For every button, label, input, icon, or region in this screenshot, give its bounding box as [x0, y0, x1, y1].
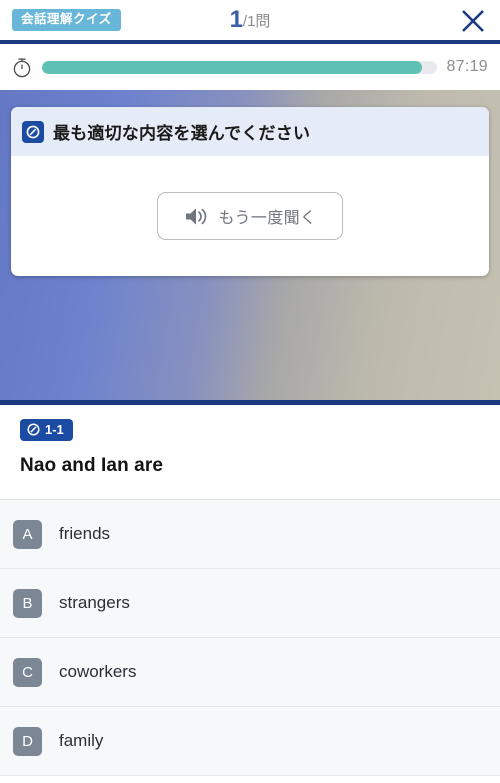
option-label: strangers [59, 593, 130, 612]
question-circle-slash-icon [22, 120, 44, 143]
timer-progress-track [42, 60, 438, 74]
option-label: friends [59, 524, 111, 543]
answer-option-b[interactable]: B strangers [0, 569, 500, 638]
app-header: 会話理解クイズ 1/1問 [0, 0, 500, 40]
answer-option-a[interactable]: A friends [0, 500, 500, 569]
question-number-badge: 1-1 [20, 419, 73, 441]
question-circle-slash-icon [27, 423, 40, 436]
instruction-text: 最も適切な内容を選んでください [53, 124, 311, 143]
answer-option-d[interactable]: D family [0, 707, 500, 776]
close-icon [462, 10, 484, 32]
question-section: 1-1 Nao and Ian are [0, 405, 500, 500]
total-questions-label: /1問 [242, 13, 271, 30]
quiz-type-badge: 会話理解クイズ [12, 9, 121, 31]
answer-option-c[interactable]: C coworkers [0, 638, 500, 707]
answer-options-list: A friends B strangers C coworkers D fami… [0, 500, 500, 776]
close-button[interactable] [456, 4, 490, 38]
media-stage: 最も適切な内容を選んでください もう一度聞く [0, 90, 500, 405]
stopwatch-icon [13, 58, 31, 78]
option-label: family [59, 731, 104, 750]
option-letter-badge: A [13, 519, 42, 549]
instruction-card: 最も適切な内容を選んでください もう一度聞く [11, 107, 489, 276]
option-letter-badge: D [13, 726, 42, 756]
time-remaining-label: 87:19 [446, 58, 488, 75]
option-label: coworkers [59, 662, 137, 681]
option-letter-badge: B [13, 588, 42, 618]
instruction-card-header: 最も適切な内容を選んでください [11, 107, 489, 156]
listen-again-button[interactable]: もう一度聞く [156, 192, 344, 240]
timer-progress-fill [42, 60, 422, 74]
option-letter-badge: C [13, 657, 42, 687]
question-number-label: 1-1 [45, 422, 64, 437]
current-question-number: 1 [229, 6, 243, 33]
timer-bar: 87:19 [0, 44, 500, 90]
question-prompt: Nao and Ian are [20, 455, 163, 476]
speaker-icon [185, 208, 206, 224]
instruction-card-body: もう一度聞く [11, 156, 489, 276]
listen-again-label: もう一度聞く [218, 210, 317, 227]
